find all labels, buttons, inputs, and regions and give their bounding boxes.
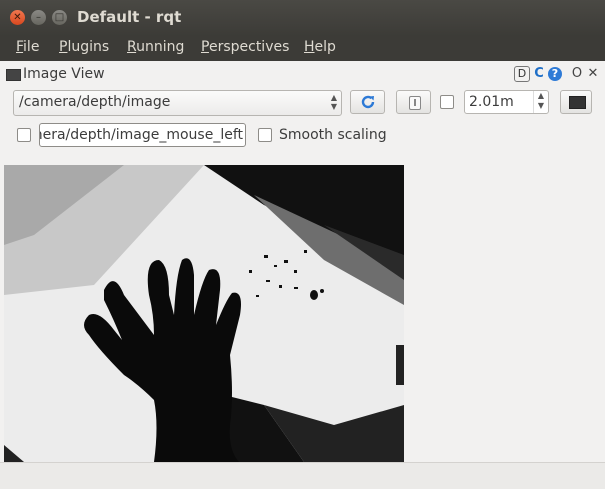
max-range-value: 2.01m	[469, 94, 514, 110]
spin-arrows-icon[interactable]: ▲ ▼	[533, 91, 548, 113]
menu-running[interactable]: Running	[127, 39, 184, 55]
dock-options-button[interactable]: O	[570, 67, 584, 81]
menu-running-mnemonic: R	[127, 39, 137, 55]
maximize-window-button[interactable]: □	[52, 10, 67, 25]
status-bar	[0, 462, 605, 489]
mouse-topic-value: nera/depth/image_mouse_left	[39, 127, 243, 143]
menu-file[interactable]: File	[16, 39, 39, 55]
menu-file-label: ile	[23, 39, 40, 55]
help-icon[interactable]: ?	[548, 67, 562, 81]
plugin-content: Image View D C? O ✕ /camera/depth/image ▲ ▼ …	[0, 61, 605, 489]
depth-image	[4, 165, 404, 462]
zoom-1-icon	[409, 96, 421, 110]
menu-help-label: elp	[314, 39, 336, 55]
menu-plugins[interactable]: Plugins	[59, 39, 109, 55]
menu-bar: File Plugins Running Perspectives Help	[0, 36, 605, 61]
save-image-icon	[569, 96, 586, 109]
refresh-topics-button[interactable]	[350, 90, 385, 114]
zoom-1-button[interactable]	[396, 90, 431, 114]
max-range-spinbox[interactable]: 2.01m ▲ ▼	[464, 90, 549, 114]
image-view-plugin-icon	[6, 69, 21, 81]
depth-image-view[interactable]	[4, 165, 404, 462]
combo-arrows-icon: ▲ ▼	[330, 93, 337, 111]
minimize-window-button[interactable]: –	[31, 10, 46, 25]
menu-file-mnemonic: F	[16, 39, 24, 55]
dock-buttons: D C? O ✕	[512, 66, 600, 82]
menu-help[interactable]: Help	[304, 39, 336, 55]
publish-mouse-checkbox[interactable]	[17, 128, 31, 142]
close-window-button[interactable]: ✕	[10, 10, 25, 25]
refresh-icon	[361, 95, 375, 109]
dock-d-button[interactable]: D	[514, 66, 530, 82]
dock-title-bar[interactable]: Image View D C? O ✕	[4, 64, 602, 84]
rqt-window: ✕ – □ Default - rqt File Plugins Running…	[0, 0, 605, 489]
title-bar[interactable]: ✕ – □ Default - rqt	[0, 0, 605, 36]
window-title: Default - rqt	[77, 8, 182, 26]
mouse-topic-input[interactable]: nera/depth/image_mouse_left	[39, 123, 246, 147]
smooth-scaling-checkbox[interactable]	[258, 128, 272, 142]
menu-perspectives-mnemonic: P	[201, 39, 209, 55]
dynamic-range-checkbox[interactable]	[440, 95, 454, 109]
reload-plugin-icon[interactable]: C	[532, 67, 546, 81]
topic-combobox-value: /camera/depth/image	[19, 94, 171, 110]
smooth-scaling-label: Smooth scaling	[279, 127, 387, 143]
menu-help-mnemonic: H	[304, 39, 315, 55]
menu-perspectives[interactable]: Perspectives	[201, 39, 289, 55]
plugin-title: Image View	[23, 66, 105, 82]
save-image-button[interactable]	[560, 90, 592, 114]
topic-combobox[interactable]: /camera/depth/image ▲ ▼	[13, 90, 342, 116]
menu-running-label: unning	[136, 39, 185, 55]
close-plugin-icon[interactable]: ✕	[586, 67, 600, 81]
menu-plugins-label: lugins	[67, 39, 110, 55]
menu-perspectives-label: erspectives	[208, 39, 290, 55]
